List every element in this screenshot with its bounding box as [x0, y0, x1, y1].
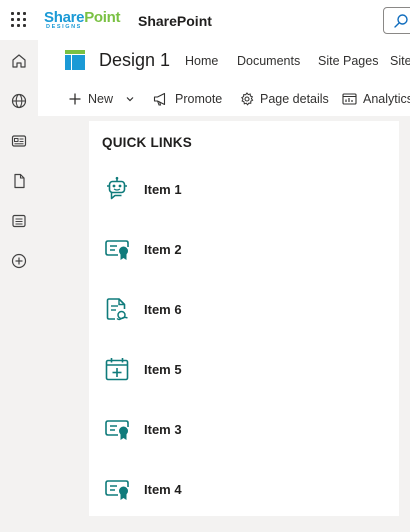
document-icon[interactable] [10, 172, 28, 190]
quick-link-label: Item 4 [144, 482, 182, 497]
page-details-label: Page details [260, 92, 329, 106]
nav-site-pages[interactable]: Site Pages [318, 54, 378, 68]
page-details-button[interactable]: Page details [240, 88, 329, 110]
certificate-icon [105, 420, 129, 440]
home-icon[interactable] [10, 52, 28, 70]
quick-link-label: Item 3 [144, 422, 182, 437]
site-header: Design 1 Home Documents Site Pages Site … [38, 40, 410, 116]
megaphone-icon [153, 92, 166, 106]
promote-label: Promote [175, 92, 223, 106]
promote-button[interactable]: Promote [153, 88, 222, 110]
quick-link-item[interactable]: Item 3 [89, 409, 389, 449]
site-logo[interactable] [65, 50, 85, 70]
quick-link-label: Item 2 [144, 242, 182, 257]
app-name[interactable]: SharePoint [138, 13, 212, 29]
certificate-icon [105, 480, 129, 500]
add-circle-icon[interactable] [10, 252, 28, 270]
search-button[interactable] [383, 7, 410, 34]
quick-link-item[interactable]: Item 1 [89, 169, 389, 209]
bot-icon [107, 176, 127, 200]
quick-link-item[interactable]: Item 4 [89, 469, 389, 509]
quick-link-label: Item 5 [144, 362, 182, 377]
quick-link-label: Item 1 [144, 182, 182, 197]
quick-link-item[interactable]: Item 6 [89, 289, 389, 329]
globe-icon[interactable] [10, 92, 28, 110]
quick-links-webpart: QUICK LINKS Item 1 Item 2 Item 6 Item 5 … [89, 121, 399, 516]
document-signature-icon [106, 298, 128, 321]
quick-links-title: QUICK LINKS [102, 135, 192, 150]
analytics-icon [342, 93, 357, 105]
nav-home[interactable]: Home [185, 54, 218, 68]
analytics-button[interactable]: Analytics [342, 88, 410, 110]
list-icon[interactable] [10, 212, 28, 230]
calendar-add-icon [105, 358, 129, 381]
certificate-icon [105, 240, 129, 260]
site-title[interactable]: Design 1 [99, 50, 170, 71]
quick-link-item[interactable]: Item 2 [89, 229, 389, 269]
news-icon[interactable] [10, 132, 28, 150]
gear-icon [241, 92, 254, 106]
quick-link-label: Item 6 [144, 302, 182, 317]
plus-icon [69, 93, 81, 105]
new-button[interactable]: New [68, 88, 135, 110]
new-label: New [88, 92, 114, 106]
chevron-down-icon [126, 97, 134, 102]
nav-site[interactable]: Site [390, 54, 410, 68]
nav-documents[interactable]: Documents [237, 54, 300, 68]
analytics-label: Analytics [363, 92, 410, 106]
suite-bar: SharePoint DESIGNS SharePoint [0, 0, 410, 40]
app-launcher-icon[interactable] [11, 12, 27, 28]
app-bar [0, 40, 38, 532]
brand-logo[interactable]: SharePoint DESIGNS [44, 9, 121, 33]
quick-link-item[interactable]: Item 5 [89, 349, 389, 389]
search-icon [394, 14, 408, 28]
